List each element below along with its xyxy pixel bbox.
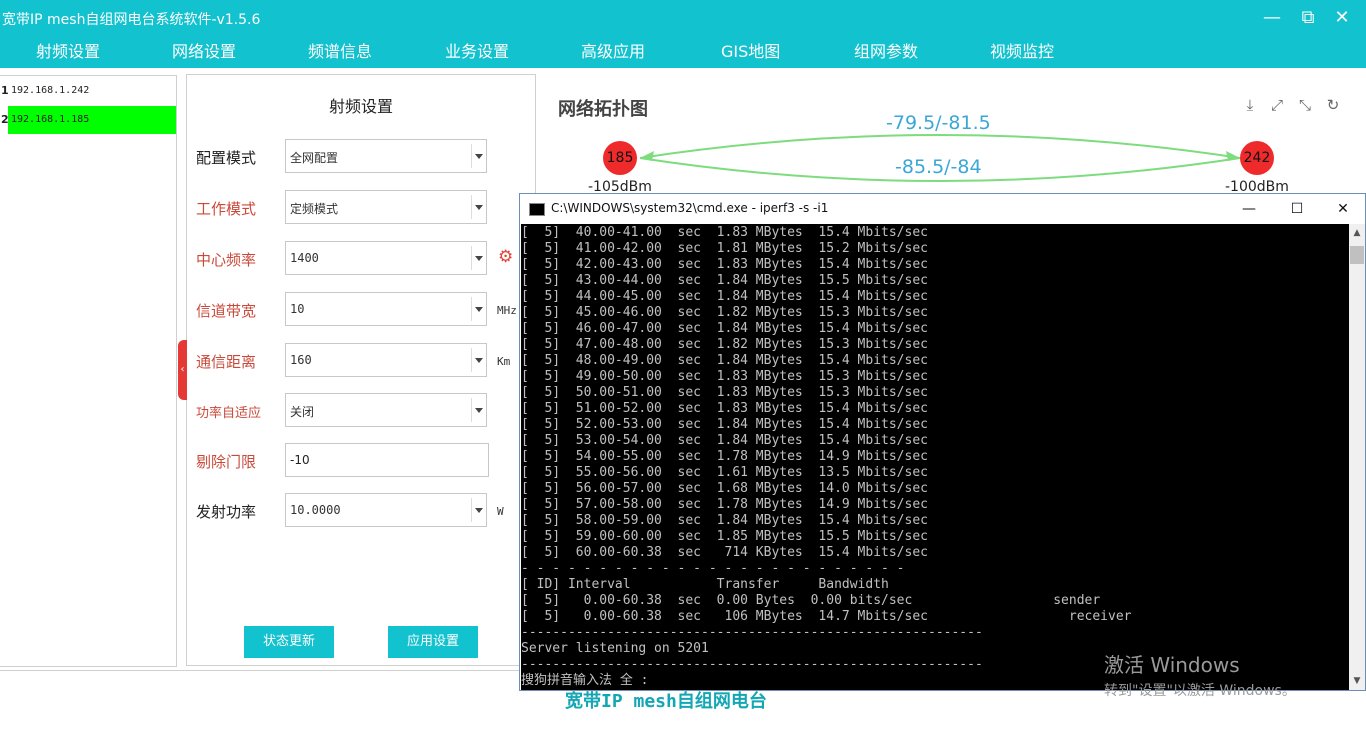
cmd-line: [ 5] 48.00-49.00 sec 1.84 MBytes 15.4 Mb… bbox=[521, 353, 928, 368]
cmd-line: Server listening on 5201 bbox=[521, 641, 709, 656]
power-adaptive-label: 功率自适应 bbox=[196, 406, 262, 421]
cmd-line: [ 5] 43.00-44.00 sec 1.84 MBytes 15.5 Mb… bbox=[521, 273, 928, 288]
topology-node-185[interactable]: 185 bbox=[603, 141, 637, 175]
center-freq-value: 1400 bbox=[290, 251, 319, 265]
cmd-line: [ 5] 52.00-53.00 sec 1.84 MBytes 15.4 Mb… bbox=[521, 417, 928, 432]
cmd-line: [ 5] 54.00-55.00 sec 1.78 MBytes 14.9 Mb… bbox=[521, 449, 928, 464]
cmd-line: [ 5] 56.00-57.00 sec 1.68 MBytes 14.0 Mb… bbox=[521, 481, 928, 496]
tx-power-unit: W bbox=[497, 505, 504, 518]
cmd-line: [ 5] 42.00-43.00 sec 1.83 MBytes 15.4 Mb… bbox=[521, 257, 928, 272]
cmd-line: [ 5] 0.00-60.38 sec 106 MBytes 14.7 Mbit… bbox=[521, 609, 1132, 624]
channel-bw-select[interactable]: 10 bbox=[285, 292, 487, 326]
cmd-window[interactable]: C:\WINDOWS\system32\cmd.exe - iperf3 -s … bbox=[519, 193, 1366, 691]
reject-threshold-input[interactable]: -10 bbox=[285, 443, 489, 477]
channel-bw-label: 信道带宽 bbox=[196, 302, 257, 320]
scroll-up-icon[interactable]: ▲ bbox=[1349, 224, 1365, 242]
arrowhead bbox=[640, 151, 654, 161]
work-mode-label: 工作模式 bbox=[196, 200, 257, 218]
watermark-line2: 转到"设置"以激活 Windows。 bbox=[1104, 683, 1296, 699]
cmd-line: [ 5] 53.00-54.00 sec 1.84 MBytes 15.4 Mb… bbox=[521, 433, 928, 448]
windows-activation-watermark: 激活 Windows 转到"设置"以激活 Windows。 bbox=[1104, 649, 1296, 700]
comm-distance-label: 通信距离 bbox=[196, 353, 257, 371]
cmd-line: [ 5] 0.00-60.38 sec 0.00 Bytes 0.00 bits… bbox=[521, 593, 1101, 608]
cmd-title-bar[interactable]: C:\WINDOWS\system32\cmd.exe - iperf3 -s … bbox=[520, 194, 1365, 224]
cmd-icon bbox=[529, 203, 545, 216]
cmd-line: [ 5] 59.00-60.00 sec 1.85 MBytes 15.5 Mb… bbox=[521, 529, 928, 544]
comm-distance-select[interactable]: 160 bbox=[285, 343, 487, 377]
chevron-down-icon bbox=[471, 498, 486, 522]
tx-power-value: 10.0000 bbox=[290, 503, 341, 517]
cmd-line: 搜狗拼音输入法 全 : bbox=[521, 673, 649, 688]
link-label-bottom: -85.5/-84 bbox=[895, 156, 982, 178]
watermark-line1: 激活 Windows bbox=[1104, 653, 1240, 677]
topology-links bbox=[639, 134, 1241, 182]
cmd-line: [ 5] 57.00-58.00 sec 1.78 MBytes 14.9 Mb… bbox=[521, 497, 928, 512]
cmd-minimize-button[interactable]: — bbox=[1238, 198, 1260, 220]
tx-power-label: 发射功率 bbox=[196, 503, 257, 521]
reject-threshold-value: -10 bbox=[290, 453, 310, 467]
cmd-line: [ 5] 55.00-56.00 sec 1.61 MBytes 13.5 Mb… bbox=[521, 465, 928, 480]
chevron-down-icon bbox=[471, 348, 486, 372]
status-update-button[interactable]: 状态更新 bbox=[244, 626, 334, 658]
chevron-down-icon bbox=[471, 297, 486, 321]
reject-threshold-label: 剔除门限 bbox=[196, 453, 257, 471]
power-adaptive-select[interactable]: 关闭 bbox=[285, 393, 487, 427]
center-freq-label: 中心频率 bbox=[196, 251, 257, 269]
comm-distance-unit: Km bbox=[497, 355, 511, 368]
cmd-line: [ 5] 46.00-47.00 sec 1.84 MBytes 15.4 Mb… bbox=[521, 321, 928, 336]
cmd-line: [ 5] 47.00-48.00 sec 1.82 MBytes 15.3 Mb… bbox=[521, 337, 928, 352]
cmd-line: [ 5] 41.00-42.00 sec 1.81 MBytes 15.2 Mb… bbox=[521, 241, 928, 256]
cmd-line: - - - - - - - - - - - - - - - - - - - - … bbox=[521, 561, 905, 576]
cmd-output: [ 5] 40.00-41.00 sec 1.83 MBytes 15.4 Mb… bbox=[521, 225, 1131, 689]
cmd-line: ----------------------------------------… bbox=[521, 657, 983, 672]
power-adaptive-value: 关闭 bbox=[290, 405, 315, 419]
cmd-line: [ 5] 44.00-45.00 sec 1.84 MBytes 15.4 Mb… bbox=[521, 289, 928, 304]
divider bbox=[0, 670, 519, 671]
arrowhead bbox=[1226, 151, 1240, 161]
scroll-down-icon[interactable]: ▼ bbox=[1349, 672, 1365, 690]
gear-icon[interactable]: ⚙ bbox=[498, 247, 513, 267]
cmd-close-button[interactable]: ✕ bbox=[1332, 198, 1354, 220]
tx-power-select[interactable]: 10.0000 bbox=[285, 493, 487, 527]
cmd-line: [ 5] 49.00-50.00 sec 1.83 MBytes 15.3 Mb… bbox=[521, 369, 928, 384]
comm-distance-value: 160 bbox=[290, 353, 312, 367]
topology-node-242[interactable]: 242 bbox=[1240, 141, 1274, 175]
cmd-console[interactable]: [ 5] 40.00-41.00 sec 1.83 MBytes 15.4 Mb… bbox=[521, 224, 1349, 690]
chevron-down-icon bbox=[471, 246, 486, 270]
cmd-line: [ ID] Interval Transfer Bandwidth bbox=[521, 577, 889, 592]
cmd-line: [ 5] 51.00-52.00 sec 1.83 MBytes 15.4 Mb… bbox=[521, 401, 928, 416]
cmd-line: [ 5] 45.00-46.00 sec 1.82 MBytes 15.3 Mb… bbox=[521, 305, 928, 320]
cmd-line: [ 5] 40.00-41.00 sec 1.83 MBytes 15.4 Mb… bbox=[521, 225, 928, 240]
work-mode-value: 定频模式 bbox=[290, 202, 339, 216]
cmd-maximize-button[interactable]: ☐ bbox=[1286, 198, 1308, 220]
link-line-top bbox=[639, 134, 1241, 159]
channel-bw-value: 10 bbox=[290, 302, 305, 316]
apply-settings-button[interactable]: 应用设置 bbox=[388, 626, 478, 658]
cmd-scrollbar[interactable]: ▲ ▼ bbox=[1349, 224, 1365, 690]
cmd-title: C:\WINDOWS\system32\cmd.exe - iperf3 -s … bbox=[551, 201, 829, 215]
channel-bw-unit: MHz bbox=[497, 304, 517, 317]
cmd-line: [ 5] 50.00-51.00 sec 1.83 MBytes 15.3 Mb… bbox=[521, 385, 928, 400]
cmd-line: [ 5] 60.00-60.38 sec 714 KBytes 15.4 Mbi… bbox=[521, 545, 928, 560]
link-label-top: -79.5/-81.5 bbox=[886, 112, 991, 134]
chevron-left-icon[interactable]: ‹ bbox=[178, 340, 187, 400]
cmd-line: ----------------------------------------… bbox=[521, 625, 983, 640]
chevron-down-icon bbox=[471, 398, 486, 422]
cmd-line: [ 5] 58.00-59.00 sec 1.84 MBytes 15.4 Mb… bbox=[521, 513, 928, 528]
center-freq-select[interactable]: 1400 bbox=[285, 241, 487, 275]
scroll-thumb[interactable] bbox=[1350, 246, 1364, 264]
